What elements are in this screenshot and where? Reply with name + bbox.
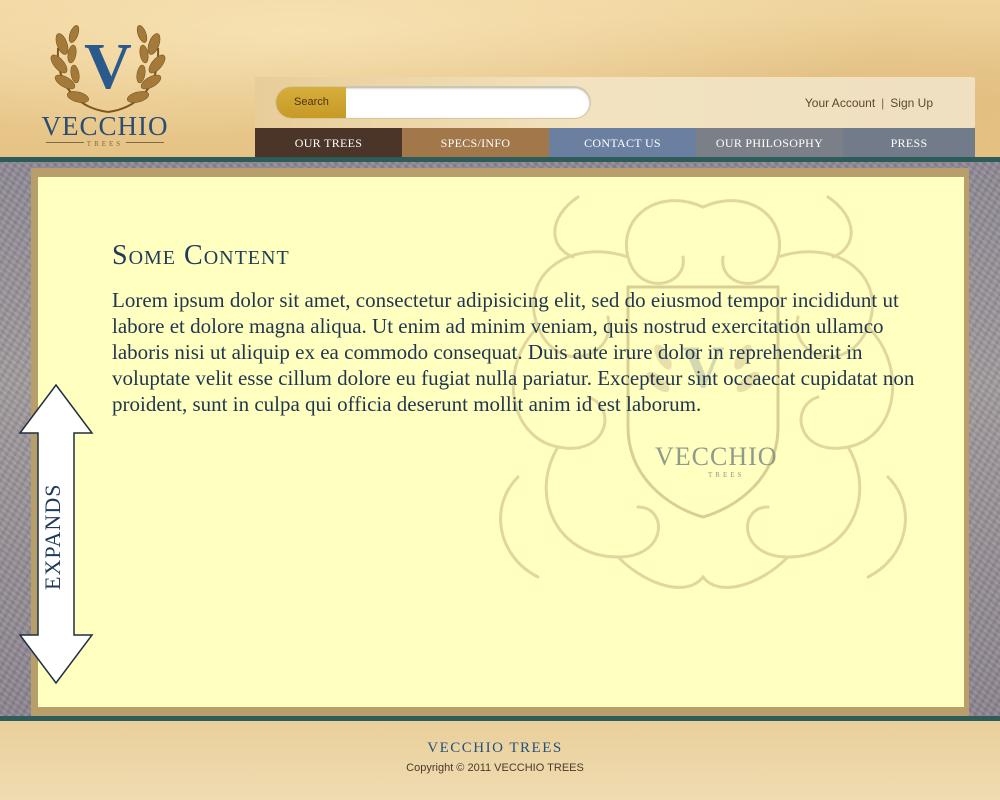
footer-copyright: Copyright © 2011 VECCHIO TREES (406, 762, 584, 774)
nav-specs-info[interactable]: SPECS/INFO (402, 128, 549, 158)
page-title: Some Content (112, 240, 290, 271)
logo-letter: V (84, 30, 132, 103)
watermark-name: VECCHIO (655, 442, 778, 471)
footer-brand: VECCHIO TREES (427, 740, 563, 756)
logo-name: VECCHIO (41, 111, 169, 141)
your-account-link[interactable]: Your Account (805, 96, 875, 110)
nav-press[interactable]: PRESS (843, 128, 975, 158)
watermark-subtitle: TREES (708, 471, 745, 479)
search-input[interactable] (348, 90, 582, 117)
page-body-text: Lorem ipsum dolor sit amet, consectetur … (112, 288, 915, 416)
nav-contact-us[interactable]: CONTACT US (549, 128, 696, 158)
footer (0, 721, 1000, 800)
expands-annotation: EXPANDS (40, 483, 65, 590)
sign-up-link[interactable]: Sign Up (890, 96, 933, 110)
main-nav: OUR TREES SPECS/INFO CONTACT US OUR PHIL… (255, 128, 975, 158)
search-box: Search (276, 87, 590, 118)
account-links: Your Account | Sign Up (805, 96, 933, 110)
top-bar: Search Your Account | Sign Up (255, 77, 975, 128)
nav-our-philosophy[interactable]: OUR PHILOSOPHY (696, 128, 843, 158)
account-separator: | (881, 96, 885, 110)
logo[interactable]: V VECCHIO TREES (38, 8, 178, 148)
nav-our-trees[interactable]: OUR TREES (255, 128, 402, 158)
logo-divider (126, 142, 164, 143)
search-button[interactable]: Search (276, 87, 346, 118)
